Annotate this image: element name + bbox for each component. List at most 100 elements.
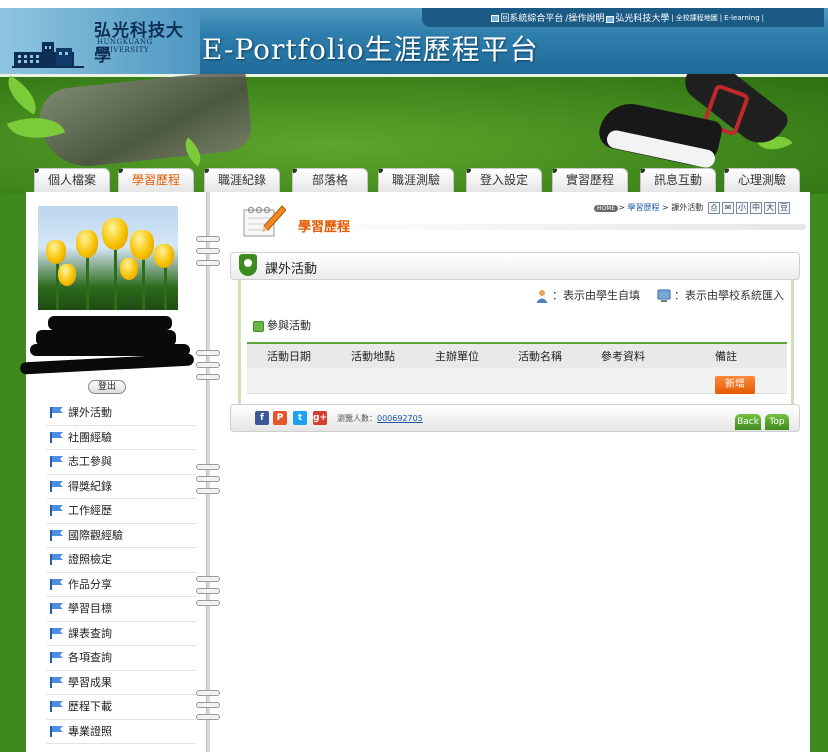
tab-label: 個人檔案 xyxy=(47,173,96,187)
tab-blog[interactable]: 部落格 xyxy=(292,168,368,192)
leaf-decoration xyxy=(0,75,45,115)
top-link-course-map[interactable]: 全校課程地圖 xyxy=(676,13,718,23)
top-links-bar: 回系統綜合平台 /操作說明 弘光科技大學 | 全校課程地圖 | E-learni… xyxy=(422,8,824,27)
email-icon[interactable]: ✉ xyxy=(722,202,734,214)
tab-label: 心理測驗 xyxy=(737,173,786,187)
top-link-university-label: 弘光科技大學 xyxy=(615,14,670,24)
tab-label: 學習歷程 xyxy=(131,173,180,187)
sidebar-item-label: 各項查詢 xyxy=(68,651,112,664)
table-row xyxy=(247,368,787,394)
font-large-icon[interactable]: 大 xyxy=(764,202,776,214)
tab-psych-test[interactable]: 心理測驗 xyxy=(724,168,800,192)
sidebar-item-goals[interactable]: 學習目標 xyxy=(46,597,196,622)
sidebar-item-work[interactable]: 工作經歷 xyxy=(46,499,196,524)
tab-learning-history[interactable]: 學習歷程 xyxy=(118,168,194,192)
top-button[interactable]: Top xyxy=(765,414,789,430)
tab-career-test[interactable]: 職涯測驗 xyxy=(378,168,454,192)
tab-corner xyxy=(293,169,297,173)
sidebar-item-queries[interactable]: 各項查詢 xyxy=(46,646,196,671)
sidebar-item-timetable[interactable]: 課表查詢 xyxy=(46,622,196,646)
binder-ring xyxy=(196,464,220,470)
tab-career-records[interactable]: 職涯紀錄 xyxy=(204,168,280,192)
twitter-icon[interactable]: t xyxy=(293,411,307,425)
breadcrumb-home[interactable]: HOME xyxy=(594,205,619,212)
font-small-icon[interactable]: 小 xyxy=(736,202,748,214)
section-badge-icon xyxy=(239,254,257,276)
sidebar-item-volunteer[interactable]: 志工參與 xyxy=(46,450,196,475)
university-logo[interactable]: 弘光科技大學 HUNGKUANG UNIVERSITY xyxy=(8,14,198,70)
sidebar-item-awards[interactable]: 得獎紀錄 xyxy=(46,475,196,499)
tab-corner xyxy=(379,169,383,173)
print-icon[interactable]: ⎙ xyxy=(708,202,720,214)
tulip xyxy=(130,230,154,260)
breadcrumb-link[interactable]: 學習歷程 xyxy=(627,203,659,212)
tab-corner xyxy=(641,169,645,173)
back-button[interactable]: Back xyxy=(735,414,761,430)
font-extra-icon[interactable]: 豆 xyxy=(778,202,790,214)
sidebar-item-label: 作品分享 xyxy=(68,577,112,591)
student-icon xyxy=(536,290,548,303)
breadcrumb-separator: > xyxy=(659,203,672,212)
content-footer: f P t g+ 瀏覽人數：000692705 Back Top xyxy=(230,404,800,432)
header-top-line xyxy=(0,0,828,8)
font-medium-icon[interactable]: 中 xyxy=(750,202,762,214)
legend-student-label: ：表示由學生自填 xyxy=(552,289,640,302)
logout-button[interactable]: 登出 xyxy=(88,380,126,394)
sidebar-item-certification[interactable]: 證照檢定 xyxy=(46,548,196,573)
tab-label: 實習歷程 xyxy=(565,173,614,187)
add-button[interactable]: 新增 xyxy=(715,376,755,394)
sidebar-item-outcomes[interactable]: 學習成果 xyxy=(46,671,196,695)
visit-count[interactable]: 000692705 xyxy=(377,414,423,423)
binder-ring xyxy=(196,236,220,242)
binder-ring xyxy=(196,476,220,482)
top-link-university[interactable]: 弘光科技大學 xyxy=(606,11,669,24)
sidebar-item-download[interactable]: 歷程下載 xyxy=(46,695,196,720)
tab-corner xyxy=(725,169,729,173)
sidebar-item-club[interactable]: 社團經驗 xyxy=(46,426,196,450)
plurk-icon[interactable]: P xyxy=(273,411,287,425)
flag-icon xyxy=(50,456,63,467)
tab-corner xyxy=(119,169,123,173)
sub-section-label: 參與活動 xyxy=(267,319,311,332)
sidebar-item-international[interactable]: 國際觀經驗 xyxy=(46,524,196,548)
legend-school-label: ：表示由學校系統匯入 xyxy=(674,289,784,302)
sidebar-item-label: 學習目標 xyxy=(68,602,112,615)
content-panel: ：表示由學生自填 ：表示由學校系統匯入 參與活動 活動日期 活動地點 主辦單位 … xyxy=(238,280,794,404)
sidebar-item-label: 國際觀經驗 xyxy=(68,528,123,542)
binder-ring xyxy=(196,248,220,254)
top-link-platform[interactable]: 回系統綜合平台 xyxy=(491,11,563,24)
top-link-elearning[interactable]: E-learning xyxy=(724,14,760,22)
facebook-icon[interactable]: f xyxy=(255,411,269,425)
sidebar-item-label: 證照檢定 xyxy=(68,553,112,566)
tab-messages[interactable]: 訊息互動 xyxy=(640,168,716,192)
sidebar-item-label: 志工參與 xyxy=(68,455,112,468)
sidebar-item-label: 得獎紀錄 xyxy=(68,479,112,493)
section-title: 課外活動 xyxy=(265,262,318,277)
visit-counter: 瀏覽人數：000692705 xyxy=(337,413,423,424)
page-title: 學習歷程 xyxy=(298,220,351,235)
binder-ring xyxy=(196,362,220,368)
flag-icon xyxy=(50,505,63,516)
tab-personal-profile[interactable]: 個人檔案 xyxy=(34,168,110,192)
sidebar-item-works[interactable]: 作品分享 xyxy=(46,573,196,597)
binder-ring xyxy=(196,350,220,356)
flag-icon xyxy=(50,554,63,565)
top-link-manual[interactable]: /操作說明 xyxy=(565,11,604,24)
tab-login-settings[interactable]: 登入設定 xyxy=(466,168,542,192)
tab-label: 職涯紀錄 xyxy=(217,173,266,187)
google-plus-icon[interactable]: g+ xyxy=(313,411,327,425)
tab-corner xyxy=(35,169,39,173)
university-icon xyxy=(606,15,615,23)
sidebar-item-extracurricular[interactable]: 課外活動 xyxy=(46,401,196,426)
tab-internship-history[interactable]: 實習歷程 xyxy=(552,168,628,192)
breadcrumb-current: 課外活動 xyxy=(671,203,704,212)
page-header: 學習歷程 HOME > 學習歷程 > 課外活動 ⎙ ✉ 小 中 大 豆 xyxy=(230,200,806,244)
sub-section-title: 參與活動 xyxy=(253,317,311,333)
tulip xyxy=(76,230,98,258)
sidebar-item-label: 課表查詢 xyxy=(68,626,112,640)
notebook-frame: 登出 課外活動 社團經驗 志工參與 得獎紀錄 工作經歷 國際觀經驗 證照檢定 作… xyxy=(19,192,810,752)
flag-icon xyxy=(50,480,63,492)
col-activity-name: 活動名稱 xyxy=(518,350,562,363)
redacted-name xyxy=(48,316,172,330)
sidebar-item-pro-license[interactable]: 專業證照 xyxy=(46,720,196,744)
